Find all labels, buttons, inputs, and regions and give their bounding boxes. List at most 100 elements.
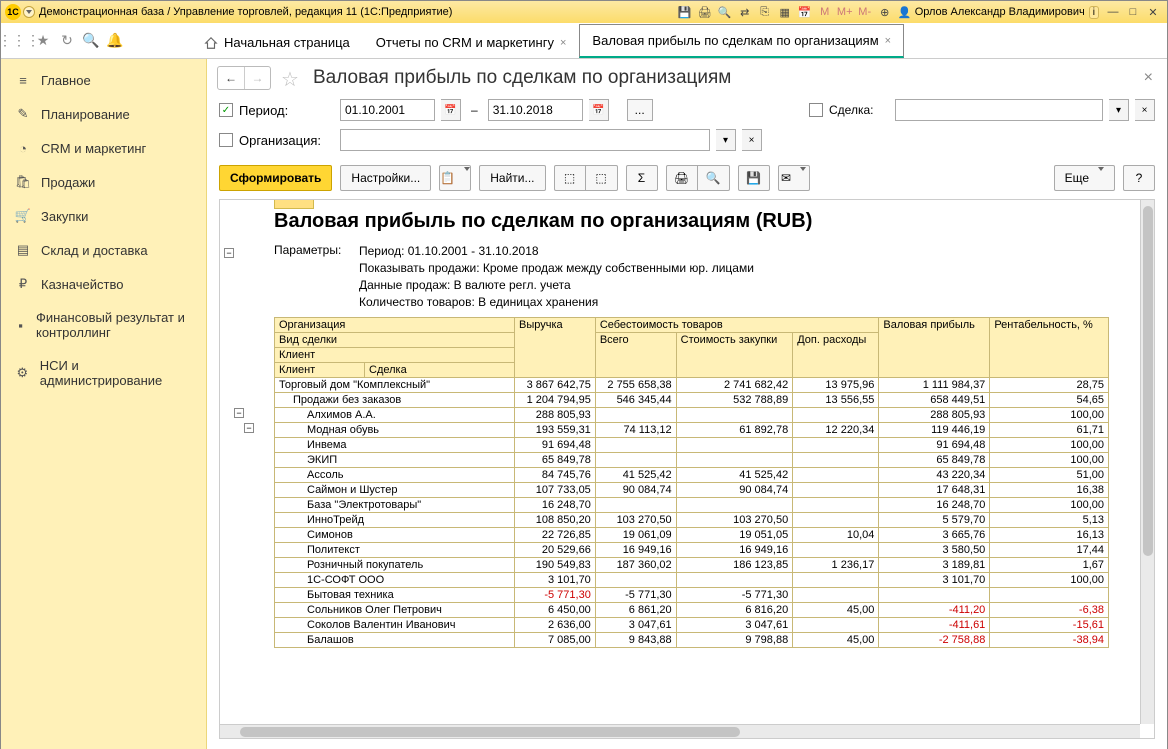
tab-reports-crm[interactable]: Отчеты по CRM и маркетингу × xyxy=(363,26,580,58)
m-btn[interactable]: M xyxy=(816,4,834,20)
deal-clear-icon[interactable]: × xyxy=(1135,99,1155,121)
apps-icon[interactable]: ⋮⋮⋮ xyxy=(11,33,27,49)
org-checkbox[interactable] xyxy=(219,133,233,147)
search-icon[interactable]: 🔍 xyxy=(83,33,99,49)
table-row[interactable]: Продажи без заказов1 204 794,95546 345,4… xyxy=(275,393,1109,408)
tree-collapse-icon[interactable]: − xyxy=(224,248,234,258)
mail-button[interactable]: ✉ xyxy=(778,165,810,191)
col-client[interactable]: Клиент xyxy=(275,348,515,363)
more-button[interactable]: Еще xyxy=(1054,165,1115,191)
preview-icon[interactable]: 🔍 xyxy=(716,4,734,20)
col-deal[interactable]: Сделка xyxy=(365,363,515,378)
org-input[interactable] xyxy=(340,129,710,151)
minimize-icon[interactable]: — xyxy=(1104,4,1122,20)
save-button[interactable]: 💾 xyxy=(738,165,770,191)
history-icon[interactable]: ↻ xyxy=(59,33,75,49)
sum-button[interactable]: Σ xyxy=(626,165,658,191)
deal-checkbox[interactable] xyxy=(809,103,823,117)
calc-icon[interactable]: ▦ xyxy=(776,4,794,20)
deal-input[interactable] xyxy=(895,99,1103,121)
table-row[interactable]: Политекст20 529,6616 949,1616 949,163 58… xyxy=(275,543,1109,558)
scrollbar-thumb[interactable] xyxy=(1143,206,1153,556)
table-row[interactable]: Торговый дом "Комплексный"3 867 642,752 … xyxy=(275,378,1109,393)
close-window-icon[interactable]: ✕ xyxy=(1144,4,1162,20)
form-button[interactable]: Сформировать xyxy=(219,165,332,191)
tab-close-icon[interactable]: × xyxy=(560,37,566,49)
org-select-icon[interactable]: ▾ xyxy=(716,129,736,151)
m-plus-btn[interactable]: M+ xyxy=(836,4,854,20)
period-from-calendar-icon[interactable]: 📅 xyxy=(441,99,461,121)
deal-select-icon[interactable]: ▾ xyxy=(1109,99,1129,121)
sidebar-item-treasury[interactable]: ₽Казначейство xyxy=(1,267,206,301)
col-cost-extra[interactable]: Доп. расходы xyxy=(793,333,879,378)
maximize-icon[interactable]: □ xyxy=(1124,4,1142,20)
org-clear-icon[interactable]: × xyxy=(742,129,762,151)
col-deal-type[interactable]: Вид сделки xyxy=(275,333,515,348)
table-row[interactable]: База "Электротовары"16 248,7016 248,7010… xyxy=(275,498,1109,513)
help-button[interactable]: ? xyxy=(1123,165,1155,191)
period-from-input[interactable] xyxy=(340,99,435,121)
collapse-button[interactable]: ⬚ xyxy=(586,165,618,191)
horizontal-scrollbar[interactable] xyxy=(220,724,1140,738)
print-button[interactable]: 🖨 xyxy=(666,165,698,191)
nav-forward-icon[interactable]: → xyxy=(244,67,270,89)
table-row[interactable]: Бытовая техника-5 771,30-5 771,30-5 771,… xyxy=(275,588,1109,603)
info-badge-icon[interactable]: i xyxy=(1089,6,1099,19)
calendar-icon[interactable]: 📅 xyxy=(796,4,814,20)
find-button[interactable]: Найти... xyxy=(479,165,545,191)
sidebar-item-sales[interactable]: 🛍Продажи xyxy=(1,165,206,199)
period-to-calendar-icon[interactable]: 📅 xyxy=(589,99,609,121)
report-scroll[interactable]: − − − Валовая прибыль по сделкам по орга… xyxy=(220,200,1154,738)
sheet-tab[interactable] xyxy=(274,199,314,209)
table-row[interactable]: Соколов Валентин Иванович2 636,003 047,6… xyxy=(275,618,1109,633)
sidebar-item-purchases[interactable]: 🛒Закупки xyxy=(1,199,206,233)
sidebar-item-warehouse[interactable]: ▤Склад и доставка xyxy=(1,233,206,267)
print-icon[interactable]: 🖨 xyxy=(696,4,714,20)
settings-button[interactable]: Настройки... xyxy=(340,165,431,191)
tree-collapse-icon[interactable]: − xyxy=(234,408,244,418)
tab-gross-profit[interactable]: Валовая прибыль по сделкам по организаци… xyxy=(579,24,904,58)
nav-back-icon[interactable]: ← xyxy=(218,67,244,89)
col-cost-total[interactable]: Всего xyxy=(595,333,676,378)
table-row[interactable]: ИнноТрейд108 850,20103 270,50103 270,505… xyxy=(275,513,1109,528)
preview-button[interactable]: 🔍 xyxy=(698,165,730,191)
tab-close-icon[interactable]: × xyxy=(885,35,891,47)
table-row[interactable]: Саймон и Шустер107 733,0590 084,7490 084… xyxy=(275,483,1109,498)
period-more-button[interactable]: ... xyxy=(627,99,653,121)
col-org[interactable]: Организация xyxy=(275,318,515,333)
compare-icon[interactable]: ⇄ xyxy=(736,4,754,20)
favorite-toggle-icon[interactable]: ☆ xyxy=(281,67,303,89)
favorite-star-icon[interactable]: ★ xyxy=(35,33,51,49)
table-row[interactable]: Модная обувь193 559,3174 113,1261 892,78… xyxy=(275,423,1109,438)
table-row[interactable]: Симонов22 726,8519 061,0919 051,0510,043… xyxy=(275,528,1109,543)
tree-collapse-icon[interactable]: − xyxy=(244,423,254,433)
table-row[interactable]: Розничный покупатель190 549,83187 360,02… xyxy=(275,558,1109,573)
period-checkbox[interactable]: ✓ xyxy=(219,103,233,117)
scrollbar-thumb[interactable] xyxy=(240,727,740,737)
sidebar-item-finresult[interactable]: ▪Финансовый результат и контроллинг xyxy=(1,301,206,349)
col-profitability[interactable]: Рентабельность, % xyxy=(990,318,1109,378)
col-client2[interactable]: Клиент xyxy=(275,363,365,378)
close-page-icon[interactable]: × xyxy=(1140,65,1157,91)
zoom-icon[interactable]: ⊕ xyxy=(876,4,894,20)
variants-button[interactable]: 📋 xyxy=(439,165,471,191)
table-row[interactable]: Ассоль84 745,7641 525,4241 525,4243 220,… xyxy=(275,468,1109,483)
user-name[interactable]: Орлов Александр Владимирович xyxy=(915,6,1085,18)
vertical-scrollbar[interactable] xyxy=(1140,200,1154,724)
sidebar-item-crm[interactable]: ◔CRM и маркетинг xyxy=(1,131,206,165)
sidebar-item-planning[interactable]: ✎Планирование xyxy=(1,97,206,131)
tab-home[interactable]: Начальная страница xyxy=(191,26,363,58)
sidebar-item-nsi[interactable]: ⚙НСИ и администрирование xyxy=(1,349,206,397)
table-row[interactable]: Сольников Олег Петрович6 450,006 861,206… xyxy=(275,603,1109,618)
sidebar-item-main[interactable]: ≡Главное xyxy=(1,63,206,97)
table-row[interactable]: ЭКИП65 849,7865 849,78100,00 xyxy=(275,453,1109,468)
col-revenue[interactable]: Выручка xyxy=(515,318,596,378)
save-icon[interactable]: 💾 xyxy=(676,4,694,20)
m-minus-btn[interactable]: M- xyxy=(856,4,874,20)
col-cost-purchase[interactable]: Стоимость закупки xyxy=(676,333,793,378)
table-row[interactable]: Балашов7 085,009 843,889 798,8845,00-2 7… xyxy=(275,633,1109,648)
notifications-icon[interactable]: 🔔 xyxy=(107,33,123,49)
period-to-input[interactable] xyxy=(488,99,583,121)
expand-button[interactable]: ⬚ xyxy=(554,165,586,191)
col-gross-profit[interactable]: Валовая прибыль xyxy=(879,318,990,378)
